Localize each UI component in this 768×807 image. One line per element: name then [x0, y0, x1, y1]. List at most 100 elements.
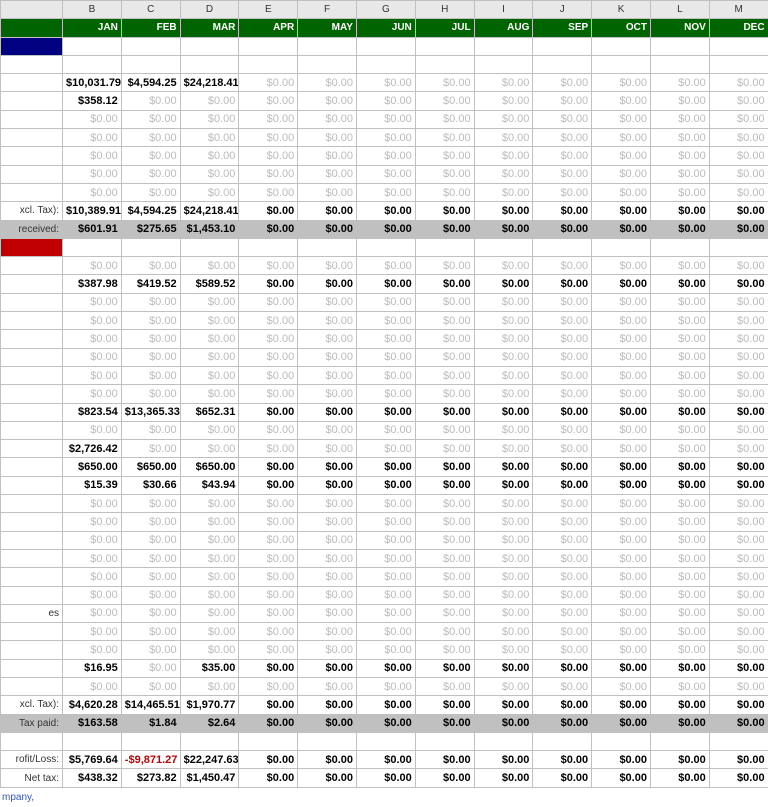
value-cell[interactable]: $0.00 — [239, 513, 298, 531]
cell[interactable] — [1, 732, 63, 750]
cell[interactable] — [709, 238, 768, 256]
value-cell[interactable]: $0.00 — [180, 623, 239, 641]
value-cell[interactable]: $0.00 — [592, 440, 651, 458]
value-cell[interactable]: $0.00 — [121, 568, 180, 586]
value-cell[interactable]: $0.00 — [298, 495, 357, 513]
value-cell[interactable]: $15.39 — [63, 476, 122, 494]
value-cell[interactable]: $0.00 — [298, 403, 357, 421]
value-cell[interactable]: $0.00 — [415, 92, 474, 110]
value-cell[interactable]: $0.00 — [298, 202, 357, 220]
value-cell[interactable]: $0.00 — [180, 495, 239, 513]
value-cell[interactable]: $0.00 — [298, 513, 357, 531]
value-cell[interactable]: $0.00 — [415, 74, 474, 92]
cell[interactable] — [474, 238, 533, 256]
row-label[interactable] — [1, 458, 63, 476]
value-cell[interactable]: $0.00 — [298, 421, 357, 439]
value-cell[interactable]: $0.00 — [63, 312, 122, 330]
row-label[interactable]: Net tax: — [1, 769, 63, 787]
value-cell[interactable]: $0.00 — [592, 74, 651, 92]
value-cell[interactable]: $0.00 — [415, 257, 474, 275]
value-cell[interactable]: $0.00 — [239, 751, 298, 769]
cell[interactable] — [121, 55, 180, 73]
value-cell[interactable]: $43.94 — [180, 476, 239, 494]
value-cell[interactable]: $0.00 — [474, 348, 533, 366]
value-cell[interactable]: $0.00 — [709, 696, 768, 714]
value-cell[interactable]: $0.00 — [239, 421, 298, 439]
value-cell[interactable]: $0.00 — [474, 312, 533, 330]
value-cell[interactable]: $0.00 — [533, 366, 592, 384]
value-cell[interactable]: $0.00 — [121, 92, 180, 110]
value-cell[interactable]: $0.00 — [415, 202, 474, 220]
value-cell[interactable]: $0.00 — [63, 495, 122, 513]
value-cell[interactable]: $0.00 — [356, 604, 415, 622]
value-cell[interactable]: $0.00 — [415, 110, 474, 128]
value-cell[interactable]: $652.31 — [180, 403, 239, 421]
cell[interactable] — [239, 37, 298, 55]
value-cell[interactable]: $2,726.42 — [63, 440, 122, 458]
value-cell[interactable]: $0.00 — [592, 476, 651, 494]
value-cell[interactable]: $0.00 — [356, 714, 415, 732]
value-cell[interactable]: $0.00 — [533, 110, 592, 128]
value-cell[interactable]: $0.00 — [650, 513, 709, 531]
value-cell[interactable]: $650.00 — [180, 458, 239, 476]
value-cell[interactable]: $0.00 — [709, 421, 768, 439]
row-label[interactable]: xcl. Tax): — [1, 696, 63, 714]
cell[interactable] — [63, 732, 122, 750]
value-cell[interactable]: $0.00 — [180, 330, 239, 348]
value-cell[interactable]: $0.00 — [63, 147, 122, 165]
value-cell[interactable]: $0.00 — [356, 202, 415, 220]
value-cell[interactable]: $0.00 — [533, 293, 592, 311]
value-cell[interactable]: $0.00 — [239, 183, 298, 201]
value-cell[interactable]: $0.00 — [650, 641, 709, 659]
value-cell[interactable]: $0.00 — [239, 531, 298, 549]
value-cell[interactable]: $0.00 — [63, 513, 122, 531]
value-cell[interactable]: $0.00 — [709, 312, 768, 330]
cell[interactable] — [415, 55, 474, 73]
value-cell[interactable]: $0.00 — [474, 696, 533, 714]
value-cell[interactable]: $650.00 — [121, 458, 180, 476]
row-label[interactable] — [1, 312, 63, 330]
value-cell[interactable]: $0.00 — [415, 366, 474, 384]
value-cell[interactable]: $0.00 — [63, 165, 122, 183]
month-header[interactable]: JUL — [415, 19, 474, 37]
value-cell[interactable]: $0.00 — [239, 348, 298, 366]
value-cell[interactable]: $0.00 — [650, 293, 709, 311]
value-cell[interactable]: $0.00 — [298, 312, 357, 330]
cell[interactable] — [474, 37, 533, 55]
month-header[interactable]: OCT — [592, 19, 651, 37]
value-cell[interactable]: $0.00 — [533, 147, 592, 165]
value-cell[interactable]: $10,031.79 — [63, 74, 122, 92]
value-cell[interactable]: $0.00 — [474, 421, 533, 439]
value-cell[interactable]: $30.66 — [121, 476, 180, 494]
value-cell[interactable]: $0.00 — [180, 421, 239, 439]
value-cell[interactable]: $0.00 — [650, 74, 709, 92]
value-cell[interactable]: $0.00 — [474, 403, 533, 421]
row-label[interactable] — [1, 403, 63, 421]
row-label[interactable] — [1, 110, 63, 128]
value-cell[interactable]: $0.00 — [121, 129, 180, 147]
value-cell[interactable]: $0.00 — [63, 677, 122, 695]
value-cell[interactable]: $0.00 — [474, 495, 533, 513]
value-cell[interactable]: $14,465.51 — [121, 696, 180, 714]
value-cell[interactable]: $0.00 — [650, 403, 709, 421]
value-cell[interactable]: $0.00 — [121, 659, 180, 677]
value-cell[interactable]: $24,218.41 — [180, 202, 239, 220]
cell[interactable] — [298, 732, 357, 750]
col-header[interactable]: H — [415, 1, 474, 19]
value-cell[interactable]: $0.00 — [180, 183, 239, 201]
value-cell[interactable]: $0.00 — [63, 366, 122, 384]
value-cell[interactable]: $0.00 — [709, 586, 768, 604]
value-cell[interactable]: $0.00 — [298, 165, 357, 183]
value-cell[interactable]: $0.00 — [415, 165, 474, 183]
value-cell[interactable]: $0.00 — [650, 586, 709, 604]
value-cell[interactable]: $0.00 — [474, 147, 533, 165]
value-cell[interactable]: $0.00 — [650, 366, 709, 384]
value-cell[interactable]: $4,594.25 — [121, 74, 180, 92]
row-label[interactable] — [1, 549, 63, 567]
value-cell[interactable]: $0.00 — [239, 147, 298, 165]
value-cell[interactable]: $0.00 — [474, 604, 533, 622]
value-cell[interactable]: $0.00 — [592, 330, 651, 348]
value-cell[interactable]: $0.00 — [709, 275, 768, 293]
value-cell[interactable]: $10,389.91 — [63, 202, 122, 220]
value-cell[interactable]: $0.00 — [592, 714, 651, 732]
